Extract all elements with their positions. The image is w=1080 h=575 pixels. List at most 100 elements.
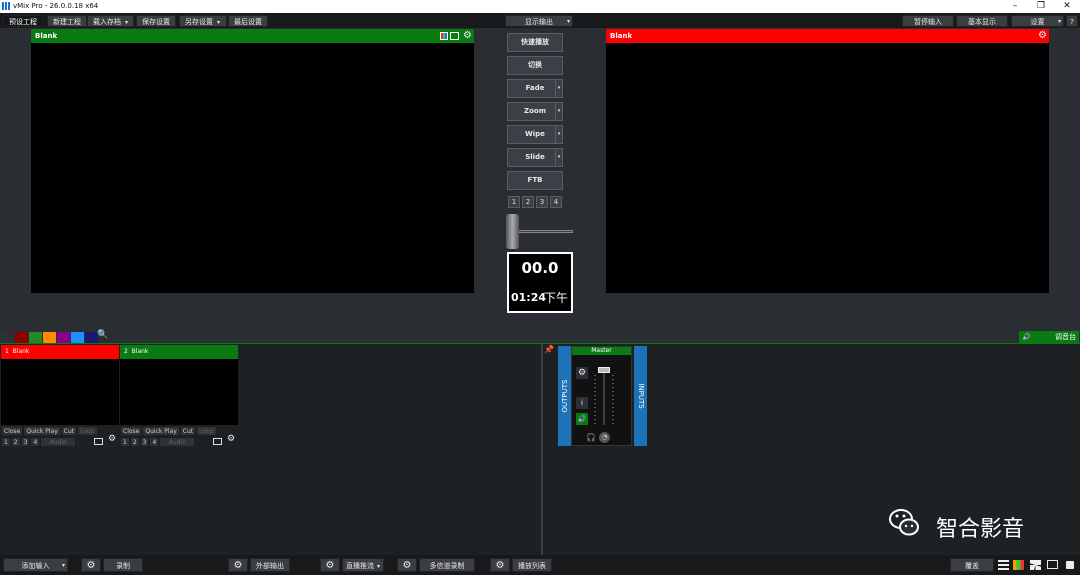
playlist-gear-icon[interactable]: ⚙ bbox=[490, 558, 510, 572]
input-1-n3[interactable]: 3 bbox=[20, 437, 31, 447]
external-gear-icon[interactable]: ⚙ bbox=[228, 558, 248, 572]
grid-view-icon[interactable] bbox=[1030, 560, 1041, 570]
input-2-close-button[interactable]: Close bbox=[120, 426, 143, 436]
master-speaker-icon[interactable]: 🔊 bbox=[576, 413, 588, 425]
input-2-quickplay-button[interactable]: Quick Play bbox=[142, 426, 180, 436]
list-view-icon[interactable] bbox=[998, 560, 1009, 570]
color-tab-5[interactable] bbox=[57, 332, 70, 343]
restore-button[interactable]: ❐ bbox=[1030, 0, 1052, 13]
fade-dropdown-icon[interactable]: ▾ bbox=[555, 80, 562, 97]
menu-help[interactable]: ? bbox=[1066, 15, 1078, 27]
balance-knob-icon[interactable]: ◔ bbox=[599, 432, 610, 443]
cut-button[interactable]: 切换 bbox=[507, 56, 563, 75]
headphones-icon[interactable]: 🎧 bbox=[586, 433, 596, 442]
master-gear-icon[interactable]: ⚙ bbox=[576, 367, 588, 379]
outputs-tab[interactable]: OUTPUTS bbox=[558, 346, 571, 446]
multicorder-gear-icon[interactable]: ⚙ bbox=[397, 558, 417, 572]
input-1-close-button[interactable]: Close bbox=[1, 426, 24, 436]
input-1-loop-button[interactable]: Loop bbox=[77, 426, 98, 436]
color-view-icon[interactable] bbox=[1013, 560, 1024, 570]
input-2-n3[interactable]: 3 bbox=[139, 437, 150, 447]
add-input-button[interactable]: 添加输入 ▾ bbox=[3, 558, 68, 572]
search-icon[interactable]: 🔍 bbox=[97, 330, 108, 340]
wipe-dropdown-icon[interactable]: ▾ bbox=[555, 126, 562, 143]
input-2-n2[interactable]: 2 bbox=[129, 437, 140, 447]
input-2-n1[interactable]: 1 bbox=[120, 437, 130, 447]
stream-gear-icon[interactable]: ⚙ bbox=[320, 558, 340, 572]
input-1-thumbnail[interactable] bbox=[1, 359, 119, 425]
master-fader-handle[interactable] bbox=[598, 367, 610, 373]
input-1-header[interactable]: 1 Blank bbox=[1, 345, 119, 359]
input-card-1[interactable]: 1 Blank Close Quick Play Cut Loop 1 2 3 4 Audio… bbox=[1, 345, 119, 449]
transition-2-button[interactable]: 2 bbox=[522, 196, 534, 208]
input-2-n4[interactable]: 4 bbox=[149, 437, 160, 447]
lock-icon[interactable] bbox=[1066, 561, 1074, 569]
transition-1-button[interactable]: 1 bbox=[508, 196, 520, 208]
close-button[interactable]: ✕ bbox=[1056, 0, 1078, 13]
inputs-label: INPUTS bbox=[636, 383, 645, 409]
input-2-audio-button[interactable]: Audio bbox=[159, 437, 196, 447]
output-screen[interactable] bbox=[606, 43, 1049, 293]
input-2-monitor-icon[interactable] bbox=[213, 438, 222, 445]
menu-preset[interactable]: 预设工程 bbox=[3, 15, 43, 27]
multicorder-button[interactable]: 多信道录制 bbox=[419, 558, 475, 572]
color-tab-3[interactable] bbox=[29, 332, 42, 343]
output-settings-gear-icon[interactable]: ⚙ bbox=[1038, 29, 1047, 42]
color-picker-icon[interactable] bbox=[440, 32, 448, 40]
record-button[interactable]: 录制 bbox=[103, 558, 143, 572]
wipe-button[interactable]: Wipe ▾ bbox=[507, 125, 563, 144]
menu-open-archive[interactable]: 载入存档 ▾ bbox=[87, 15, 134, 27]
input-2-gear-icon[interactable]: ⚙ bbox=[225, 435, 237, 445]
ftb-button[interactable]: FTB bbox=[507, 171, 563, 190]
menu-save-as[interactable]: 另存设置 ▾ bbox=[179, 15, 227, 27]
menu-recent[interactable]: 最后设置 bbox=[228, 15, 268, 27]
playlist-button[interactable]: 播放列表 bbox=[512, 558, 552, 572]
stream-button[interactable]: 直播推流 ▾ bbox=[342, 558, 384, 572]
input-1-n4[interactable]: 4 bbox=[30, 437, 41, 447]
menu-basic-display[interactable]: 基本显示 bbox=[956, 15, 1008, 27]
color-tab-4[interactable] bbox=[43, 332, 56, 343]
input-2-thumbnail[interactable] bbox=[120, 359, 238, 425]
menu-new-project[interactable]: 新建工程 bbox=[47, 15, 87, 27]
input-2-header[interactable]: 2 Blank bbox=[120, 345, 238, 359]
input-2-loop-button[interactable]: Loop bbox=[196, 426, 217, 436]
input-1-n2[interactable]: 2 bbox=[10, 437, 21, 447]
menu-settings[interactable]: 设置 ▾ bbox=[1011, 15, 1064, 27]
input-1-quickplay-button[interactable]: Quick Play bbox=[23, 426, 61, 436]
color-tab-1[interactable] bbox=[1, 332, 14, 343]
input-1-n1[interactable]: 1 bbox=[1, 437, 11, 447]
audio-mixer-toggle[interactable]: 🔊 调音台 bbox=[1019, 331, 1079, 343]
input-1-gear-icon[interactable]: ⚙ bbox=[106, 435, 118, 445]
inputs-tab[interactable]: INPUTS bbox=[634, 346, 647, 446]
menu-pause-input[interactable]: 暂停输入 bbox=[902, 15, 954, 27]
preview-settings-gear-icon[interactable]: ⚙ bbox=[463, 29, 472, 42]
pin-icon[interactable]: 📌 bbox=[544, 345, 554, 354]
input-1-monitor-icon[interactable] bbox=[94, 438, 103, 445]
zoom-dropdown-icon[interactable]: ▾ bbox=[555, 103, 562, 120]
input-card-2[interactable]: 2 Blank Close Quick Play Cut Loop 1 2 3 4 Audio… bbox=[120, 345, 238, 449]
add-input-label: 添加输入 bbox=[21, 562, 50, 570]
preview-window-icon[interactable] bbox=[450, 32, 459, 40]
menu-save-settings[interactable]: 保存设置 bbox=[136, 15, 176, 27]
external-output-button[interactable]: 外部输出 bbox=[250, 558, 290, 572]
transition-3-button[interactable]: 3 bbox=[536, 196, 548, 208]
color-tab-6[interactable] bbox=[71, 332, 84, 343]
quick-play-button[interactable]: 快速播放 bbox=[507, 33, 563, 52]
menu-display-output[interactable]: 显示输出 ▾ bbox=[505, 15, 573, 27]
input-1-audio-button[interactable]: Audio bbox=[40, 437, 77, 447]
screen-icon[interactable] bbox=[1047, 560, 1058, 569]
zoom-button[interactable]: Zoom ▾ bbox=[507, 102, 563, 121]
record-gear-icon[interactable]: ⚙ bbox=[81, 558, 101, 572]
master-info-icon[interactable]: i bbox=[576, 397, 588, 409]
input-1-cut-button[interactable]: Cut bbox=[60, 426, 78, 436]
tbar-handle[interactable] bbox=[506, 214, 519, 249]
slide-button[interactable]: Slide ▾ bbox=[507, 148, 563, 167]
overlay-button[interactable]: 覆盖 bbox=[950, 558, 994, 572]
transition-4-button[interactable]: 4 bbox=[550, 196, 562, 208]
color-tab-2[interactable] bbox=[15, 332, 28, 343]
fade-button[interactable]: Fade ▾ bbox=[507, 79, 563, 98]
minimize-button[interactable]: – bbox=[1004, 0, 1026, 13]
preview-screen[interactable] bbox=[31, 43, 474, 293]
input-2-cut-button[interactable]: Cut bbox=[179, 426, 197, 436]
slide-dropdown-icon[interactable]: ▾ bbox=[555, 149, 562, 166]
